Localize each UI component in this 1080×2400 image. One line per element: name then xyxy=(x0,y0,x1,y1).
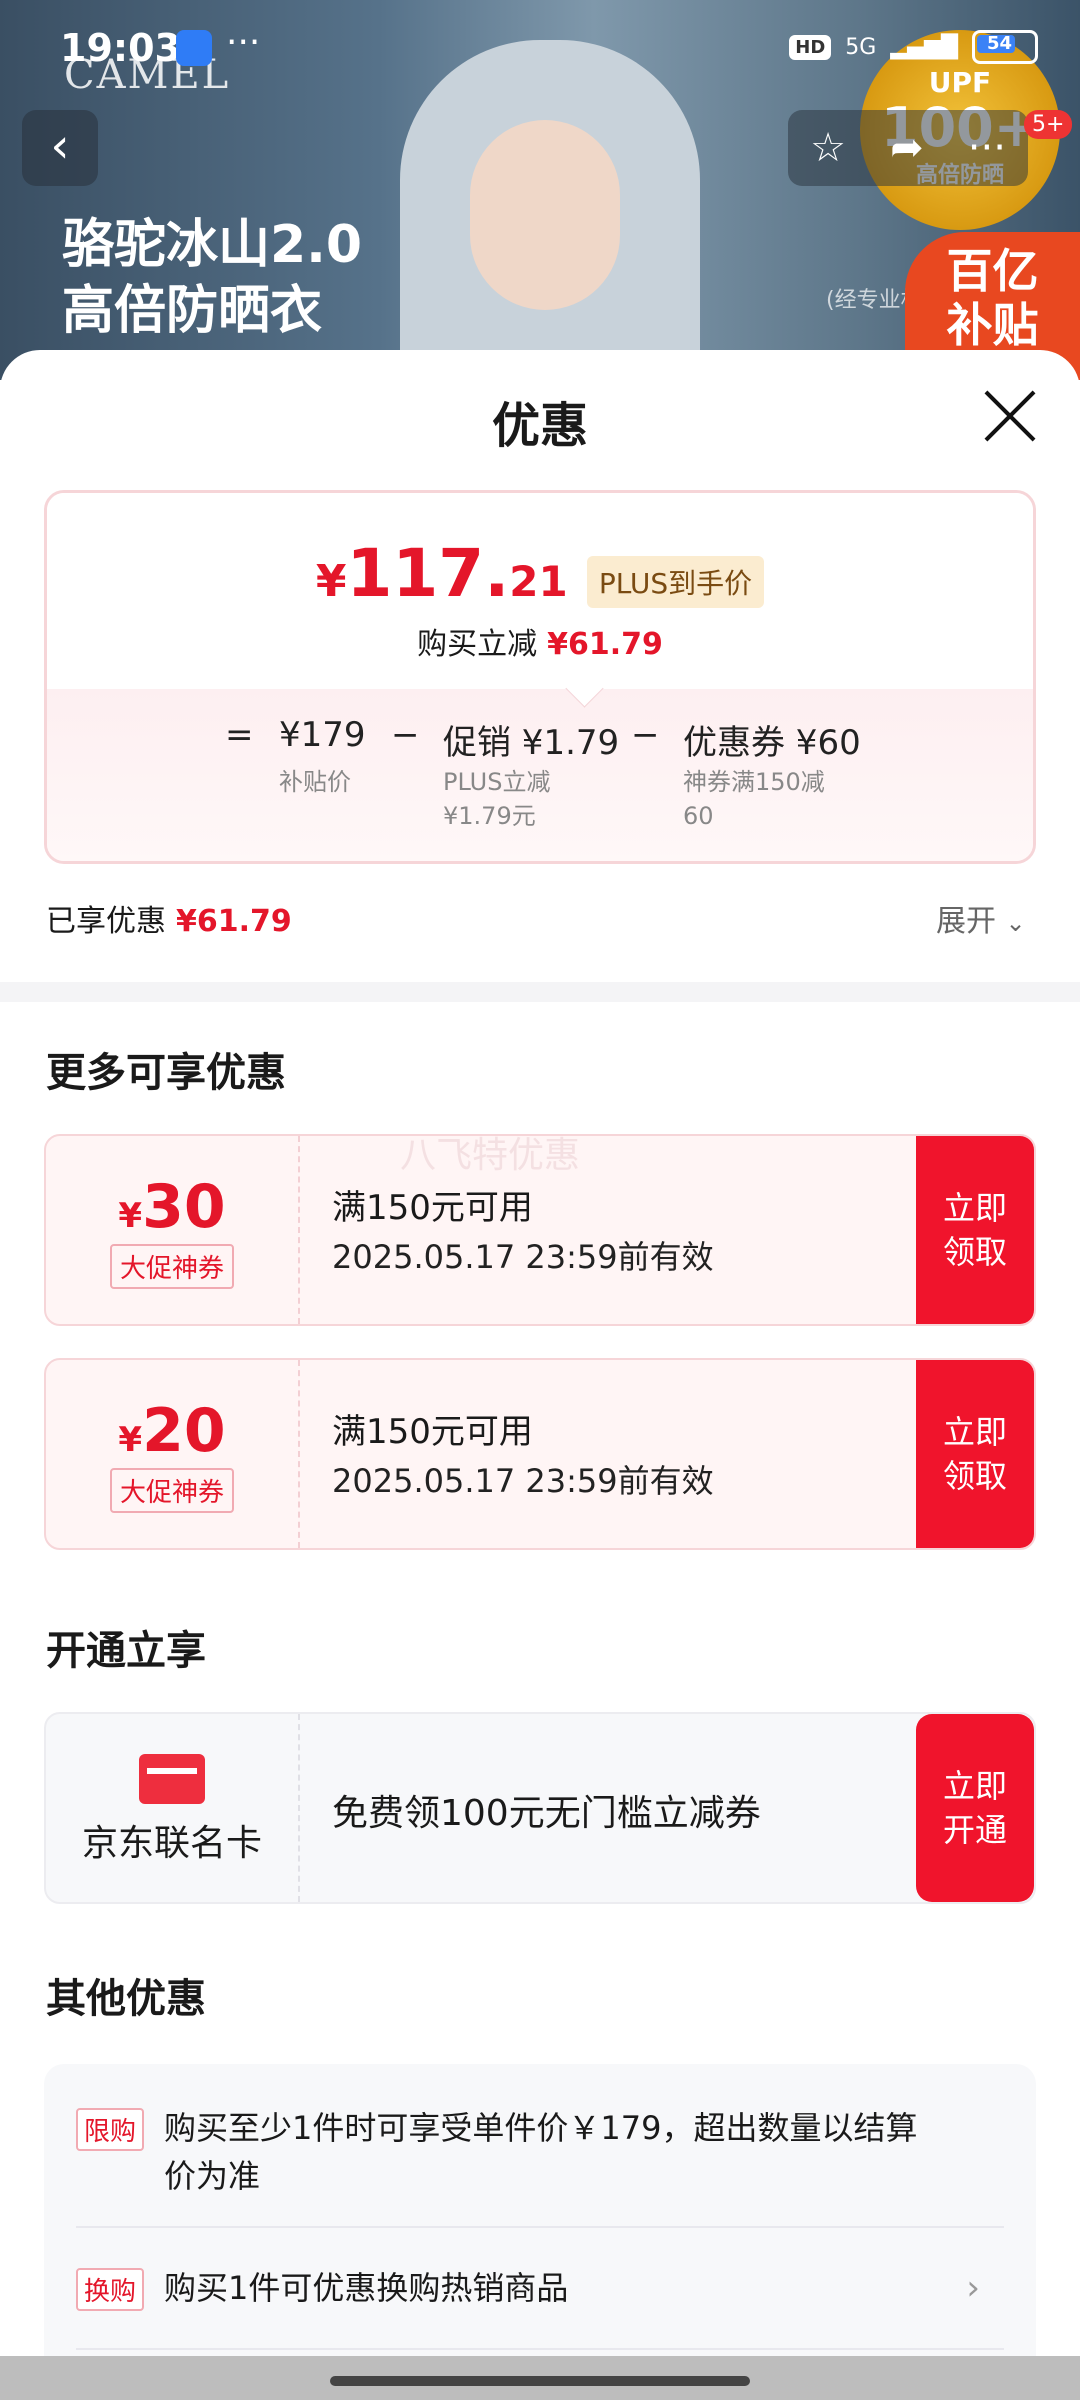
open-card-button[interactable]: 立即 开通 xyxy=(916,1714,1034,1902)
calc-coupon: 优惠券 ¥60 xyxy=(683,723,861,763)
banner-headline: 骆驼冰山2.0 高倍防晒衣 xyxy=(62,212,362,344)
instant-discount-label: 购买立减 xyxy=(417,627,538,662)
calc-promo-sub1: PLUS立减 xyxy=(443,768,551,796)
hd-icon: HD xyxy=(789,34,832,60)
claim-coupon-button[interactable]: 立即 领取 xyxy=(916,1136,1034,1324)
other-discounts-list: 限购 购买至少1件时可享受单件价￥179，超出数量以结算价为准 换购 购买1件可… xyxy=(44,2064,1036,2400)
network-label: 5G xyxy=(845,34,877,60)
credit-card-icon xyxy=(139,1754,205,1804)
model-face xyxy=(470,120,620,310)
trade-in-tag: 换购 xyxy=(76,2268,145,2311)
signal-icon: ▂▄▆█ xyxy=(890,34,958,60)
instant-discount-amount: ¥61.79 xyxy=(547,627,663,662)
battery-level: 54 xyxy=(987,33,1013,54)
coupon-tag: 大促神券 xyxy=(109,1468,234,1513)
section-divider xyxy=(0,982,1080,1002)
purchase-limit-tag: 限购 xyxy=(76,2108,145,2151)
coupon-card: ¥20 大促神券 满150元可用 2025.05.17 23:59前有效 立即领… xyxy=(44,1358,1036,1550)
calc-promo-sub2: ¥1.79元 xyxy=(443,802,536,830)
back-button[interactable]: ‹ xyxy=(22,110,98,186)
enjoyed-label: 已享优惠 xyxy=(46,904,166,939)
purchase-limit-text: 购买至少1件时可享受单件价￥179，超出数量以结算价为准 xyxy=(164,2109,918,2195)
status-right: HD 5G ▂▄▆█ 54 xyxy=(789,30,1038,64)
plus-price-tag: PLUS到手价 xyxy=(586,555,765,608)
calc-minus-1: − xyxy=(391,715,420,755)
status-time: 19:03 xyxy=(60,26,181,70)
billion-line1: 百亿 xyxy=(946,244,1039,298)
trade-in-item[interactable]: 换购 购买1件可优惠换购热销商品 › xyxy=(76,2264,1004,2314)
trade-in-text: 购买1件可优惠换购热销商品 xyxy=(164,2269,569,2307)
sheet-title: 优惠 xyxy=(491,398,588,454)
calc-equals: = xyxy=(225,715,254,755)
coupon-validity: 2025.05.17 23:59前有效 xyxy=(332,1462,714,1500)
instant-discount-row: 购买立减 ¥61.79 xyxy=(47,619,1033,663)
more-discounts-title: 更多可享优惠 xyxy=(46,1050,286,1096)
billion-line2: 补贴 xyxy=(946,298,1039,352)
chevron-right-icon: › xyxy=(966,2268,980,2308)
price-summary-card: ¥117.21 PLUS到手价 购买立减 ¥61.79 = ¥179 补贴价 − … xyxy=(44,490,1036,864)
jd-cobrand-card: 京东联名卡 免费领100元无门槛立减券 立即 开通 xyxy=(44,1712,1036,1904)
divider xyxy=(76,2348,1004,2350)
calc-coupon-sub2: 60 xyxy=(683,802,714,830)
final-price-row: ¥117.21 PLUS到手价 xyxy=(47,535,1033,618)
card-name: 京东联名卡 xyxy=(81,1823,262,1864)
list-item: 限购 购买至少1件时可享受单件价￥179，超出数量以结算价为准 xyxy=(76,2104,1004,2200)
coupon-condition: 满150元可用 xyxy=(332,1412,533,1452)
battery-icon: 54 xyxy=(972,30,1038,64)
home-gesture-handle[interactable] xyxy=(330,2376,750,2386)
enjoyed-amount: ¥61.79 xyxy=(176,904,292,939)
coupon-tag: 大促神券 xyxy=(109,1244,234,1289)
calc-minus-2: − xyxy=(631,715,660,755)
coupon-condition: 满150元可用 xyxy=(332,1188,533,1228)
coupon-amount: ¥30 xyxy=(118,1172,226,1242)
final-price: ¥117.21 xyxy=(315,535,568,612)
favorite-star-icon[interactable]: ☆ xyxy=(810,125,846,171)
headline-line1: 骆驼冰山2.0 xyxy=(62,215,363,275)
chevron-left-icon: ‹ xyxy=(50,118,70,174)
message-count-badge: 5+ xyxy=(1024,110,1073,139)
status-bar: 19:03 ··· HD 5G ▂▄▆█ 54 xyxy=(0,0,1080,100)
other-discounts-title: 其他优惠 xyxy=(46,1976,206,2022)
expand-label: 展开 xyxy=(936,904,996,939)
calc-coupon-sub1: 神券满150减 xyxy=(683,768,825,796)
more-icon[interactable]: ··· xyxy=(968,125,1006,171)
open-benefit-title: 开通立享 xyxy=(46,1628,206,1674)
watermark: 八飞特优惠 xyxy=(400,1135,581,1176)
more-notifications-icon: ··· xyxy=(226,22,261,63)
coupon-validity: 2025.05.17 23:59前有效 xyxy=(332,1238,714,1276)
divider xyxy=(76,2226,1004,2228)
enjoyed-discount: 已享优惠 ¥61.79 xyxy=(46,896,292,940)
chevron-down-icon: ⌄ xyxy=(1005,909,1026,937)
share-icon[interactable]: ➦ xyxy=(890,125,924,171)
card-description: 免费领100元无门槛立减券 xyxy=(332,1793,761,1834)
headline-line2: 高倍防晒衣 xyxy=(62,281,323,341)
top-action-group: ☆ ➦ ··· xyxy=(788,110,1028,186)
close-icon[interactable] xyxy=(980,386,1040,446)
expand-button[interactable]: 展开 ⌄ xyxy=(936,896,1026,940)
calc-base-sub: 补贴价 xyxy=(279,768,351,796)
calc-base-price: ¥179 xyxy=(279,715,366,755)
app-notification-icon xyxy=(176,30,212,66)
calc-promo: 促销 ¥1.79 xyxy=(443,723,620,763)
claim-coupon-button[interactable]: 立即 领取 xyxy=(916,1360,1034,1548)
coupon-amount: ¥20 xyxy=(118,1396,226,1466)
